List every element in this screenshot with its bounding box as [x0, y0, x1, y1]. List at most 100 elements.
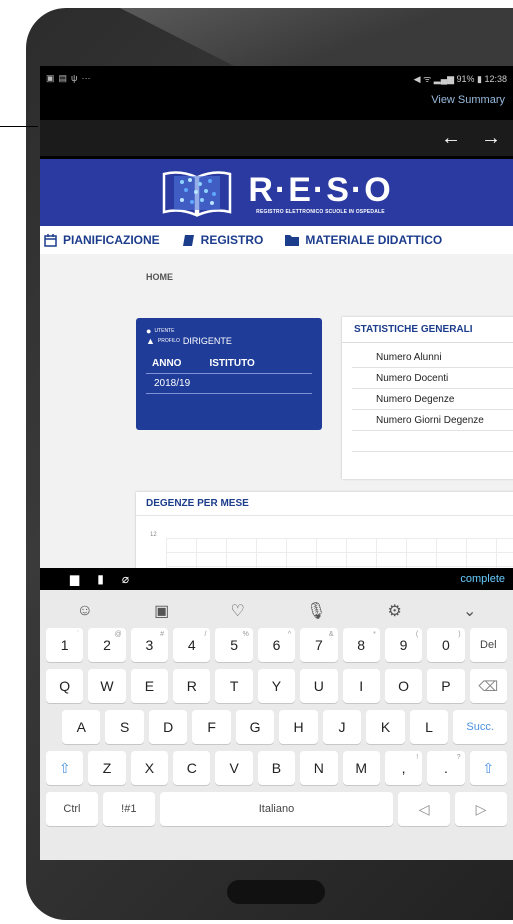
forward-arrow-icon[interactable]: →: [481, 127, 501, 150]
tablet-screen: ▣ ▤ ψ ··· ◀ ᯤ ▂▄▆ 91% ▮ 12:38 View Summa…: [40, 66, 513, 860]
degenze-panel: DEGENZE PER MESE 12: [136, 492, 513, 568]
navigation-bar: ← →: [40, 120, 513, 156]
user-icon: ▲: [146, 336, 155, 346]
nav-label: REGISTRO: [200, 233, 264, 247]
key-n[interactable]: N: [300, 751, 338, 785]
nav-item-materiale-didattico[interactable]: MATERIALE DIDATTICO: [285, 233, 442, 247]
backspace-icon: ⌫: [478, 677, 499, 694]
key-y[interactable]: Y: [257, 669, 296, 703]
user-circle-icon: ●: [146, 326, 152, 336]
del-key[interactable]: Del: [469, 628, 507, 662]
sticker-icon[interactable]: ▣: [154, 601, 169, 621]
nav-item-pianificazione[interactable]: PIANIFICAZIONE: [44, 233, 160, 247]
key-4[interactable]: 4/: [173, 628, 211, 662]
symbols-key[interactable]: !#1: [102, 792, 155, 826]
key-3[interactable]: 3 #: [130, 628, 169, 662]
stage: ▣ ▤ ψ ··· ◀ ᯤ ▂▄▆ 91% ▮ 12:38 View Summa…: [0, 0, 513, 924]
key-2[interactable]: 2 @: [88, 628, 126, 662]
key-p[interactable]: P: [427, 669, 465, 703]
ctrl-key[interactable]: Ctrl: [46, 792, 98, 826]
home-button[interactable]: [227, 880, 325, 904]
key-c[interactable]: C: [173, 751, 211, 785]
chevron-left-icon: ◁: [418, 800, 430, 817]
shift-key[interactable]: ⇧: [46, 751, 84, 785]
attach-icon[interactable]: ⌀: [122, 572, 129, 586]
view-summary-link[interactable]: View Summary: [40, 90, 513, 120]
key-d[interactable]: D: [148, 710, 188, 744]
calendar-icon: [44, 233, 57, 247]
key-u[interactable]: U: [300, 669, 338, 703]
key-i[interactable]: I: [342, 669, 380, 703]
key-k[interactable]: K: [366, 710, 405, 744]
key-6[interactable]: 6 ^: [257, 628, 296, 662]
key-period[interactable]: .?: [427, 751, 465, 785]
enter-key[interactable]: Succ.: [453, 710, 508, 744]
key-q[interactable]: Q: [46, 669, 84, 703]
istituto-label: ISTITUTO: [209, 358, 255, 369]
divider: [146, 373, 312, 374]
back-arrow-icon[interactable]: ←: [441, 127, 461, 150]
shift-icon: ⇧: [482, 759, 495, 776]
cursor-right-key[interactable]: ▷: [455, 792, 507, 826]
backspace-key[interactable]: ⌫: [469, 669, 507, 703]
status-bar: ▣ ▤ ψ ··· ◀ ᯤ ▂▄▆ 91% ▮ 12:38: [40, 66, 513, 90]
key-9[interactable]: 9(: [384, 628, 423, 662]
number-row: 1 ` 2 @ 3 # 4/ 5% 6 ^ 7 & 8 * 9( 0) Del: [46, 628, 507, 662]
anno-value: 2018/19: [154, 378, 191, 389]
stats-item: Numero Giorni Degenze: [352, 410, 513, 431]
emoji-icon[interactable]: ☺: [77, 602, 93, 620]
cursor-left-key[interactable]: ◁: [398, 792, 451, 826]
chevron-down-icon[interactable]: ⌄: [463, 601, 476, 621]
key-r[interactable]: R: [173, 669, 211, 703]
degenze-title: DEGENZE PER MESE: [136, 492, 513, 516]
key-j[interactable]: J: [322, 710, 362, 744]
stats-title: STATISTICHE GENERALI: [342, 317, 513, 343]
key-z[interactable]: Z: [88, 751, 126, 785]
key-comma[interactable]: ,!: [384, 751, 423, 785]
key-7[interactable]: 7 &: [300, 628, 338, 662]
save-icon[interactable]: ▆: [70, 572, 79, 586]
chart-grid: [166, 538, 513, 568]
key-o[interactable]: O: [384, 669, 423, 703]
settings-icon[interactable]: ⚙: [387, 601, 401, 621]
key-5[interactable]: 5%: [215, 628, 253, 662]
status-right: ◀ ᯤ ▂▄▆ 91% ▮ 12:38: [413, 73, 507, 84]
key-a[interactable]: A: [62, 710, 101, 744]
shift-key-right[interactable]: ⇧: [469, 751, 507, 785]
key-1[interactable]: 1 `: [46, 628, 84, 662]
nav-item-registro[interactable]: REGISTRO: [182, 233, 264, 247]
chevron-right-icon: ▷: [475, 800, 487, 817]
key-x[interactable]: X: [130, 751, 169, 785]
heart-icon[interactable]: ♡: [230, 601, 244, 621]
bottom-row: Ctrl !#1 Italiano ◁ ▷: [46, 792, 507, 826]
key-h[interactable]: H: [279, 710, 318, 744]
space-bar[interactable]: Italiano: [159, 792, 394, 826]
book-logo-icon: [163, 170, 232, 217]
on-screen-keyboard: ☺ ▣ ♡ 🎙 ⚙ ⌄ 1 ` 2 @ 3 # 4/ 5% 6 ^ 7 & 8 * 9( 0…: [40, 590, 513, 860]
key-g[interactable]: G: [235, 710, 275, 744]
key-0[interactable]: 0): [427, 628, 465, 662]
key-e[interactable]: E: [130, 669, 169, 703]
key-s[interactable]: S: [105, 710, 144, 744]
web-view: R·E·S·O REGISTRO ELETTRONICO SCUOLE IN O…: [40, 159, 513, 568]
more-icon: ···: [81, 72, 91, 83]
keyboard-toolbar: ☺ ▣ ♡ 🎙 ⚙ ⌄: [46, 594, 507, 628]
key-f[interactable]: F: [192, 710, 231, 744]
breadcrumb[interactable]: HOME: [146, 272, 173, 282]
key-m[interactable]: M: [342, 751, 380, 785]
image-icon: ▤: [58, 72, 68, 83]
key-8[interactable]: 8 *: [342, 628, 380, 662]
complete-button[interactable]: complete: [460, 573, 505, 585]
document-icon[interactable]: ▮: [97, 572, 104, 586]
key-t[interactable]: T: [215, 669, 253, 703]
stats-list: Numero Alunni Numero Docenti Numero Dege…: [342, 343, 513, 452]
logo-text: R·E·S·O REGISTRO ELETTRONICO SCUOLE IN O…: [248, 171, 392, 215]
key-v[interactable]: V: [215, 751, 253, 785]
key-w[interactable]: W: [88, 669, 126, 703]
shift-icon: ⇧: [58, 759, 71, 776]
letter-row-1: Q W E R T Y U I O P ⌫: [46, 669, 507, 703]
microphone-icon[interactable]: 🎙: [306, 601, 326, 621]
key-l[interactable]: L: [409, 710, 449, 744]
user-card: ● UTENTE ▲ PROFILO DIRIGENTE ANNO ISTITU…: [136, 318, 322, 430]
key-b[interactable]: B: [257, 751, 296, 785]
